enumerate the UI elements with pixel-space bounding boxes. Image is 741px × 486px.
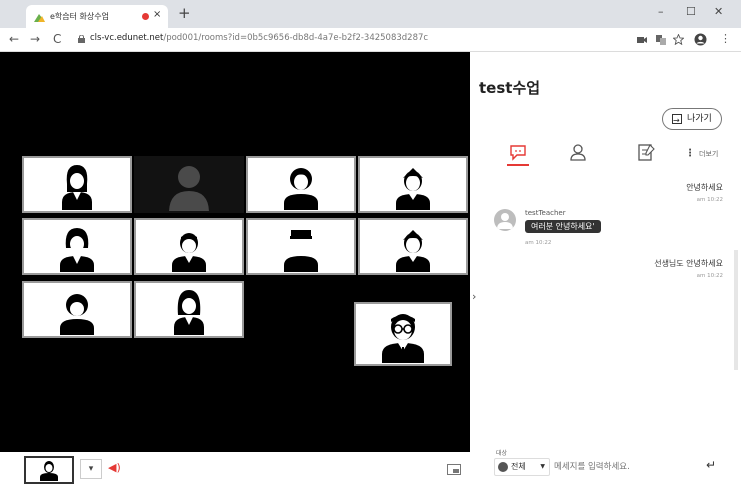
more-label: 더보기 xyxy=(699,150,719,158)
student-avatar-icon xyxy=(284,229,318,272)
notes-tab-icon[interactable] xyxy=(636,142,656,162)
more-button[interactable]: ⋮ 더보기 xyxy=(685,148,718,159)
participant-tile-camera-off[interactable] xyxy=(134,156,244,213)
message-time: am 10:22 xyxy=(696,273,723,279)
exit-icon xyxy=(672,111,682,131)
video-control-bar: ▾ ◀) xyxy=(0,452,470,486)
student-avatar-icon xyxy=(60,293,94,335)
back-button[interactable]: ← xyxy=(9,32,19,46)
recording-indicator-icon xyxy=(142,13,149,20)
video-grid xyxy=(0,52,470,452)
leave-button[interactable]: 나가기 xyxy=(662,108,722,131)
student-male-avatar-icon xyxy=(396,229,430,272)
camera-icon[interactable] xyxy=(637,36,647,44)
student-female-avatar-icon xyxy=(62,164,92,210)
student-avatar-icon xyxy=(284,167,318,210)
url-field[interactable]: cls-vc.edunet.net/pod001/rooms?id=0b5c96… xyxy=(90,33,428,43)
profile-icon[interactable] xyxy=(694,33,707,46)
lock-icon xyxy=(78,35,85,43)
address-bar: ← → C cls-vc.edunet.net/pod001/rooms?id=… xyxy=(0,28,741,52)
participant-tile[interactable] xyxy=(22,156,132,213)
collapse-panel-button[interactable]: › xyxy=(472,290,476,303)
student-male-avatar-icon xyxy=(396,167,430,210)
teacher-tile[interactable] xyxy=(354,302,452,366)
chevron-down-icon: ▼ xyxy=(540,463,545,470)
message-input[interactable] xyxy=(554,460,694,474)
message-sender: testTeacher xyxy=(525,209,566,217)
active-tab-indicator xyxy=(507,164,529,166)
url-path: /pod001/rooms?id=0b5c9656-db8d-4a7e-b2f2… xyxy=(163,33,429,43)
camera-options-dropdown[interactable]: ▾ xyxy=(80,459,102,479)
speaker-icon[interactable]: ◀) xyxy=(108,461,121,474)
bookmark-star-icon[interactable] xyxy=(673,34,684,45)
participant-tile[interactable] xyxy=(246,156,356,213)
send-button[interactable]: ↵ xyxy=(706,458,716,472)
sender-avatar xyxy=(494,209,516,231)
leave-label: 나가기 xyxy=(687,114,712,124)
message-time: am 10:22 xyxy=(696,197,723,203)
person-placeholder-icon xyxy=(169,165,209,211)
user-icon xyxy=(497,213,513,229)
favicon-icon xyxy=(34,14,45,22)
picture-in-picture-icon[interactable] xyxy=(447,464,461,475)
participant-tile[interactable] xyxy=(246,218,356,275)
tab-close-button[interactable]: × xyxy=(153,9,161,20)
participant-tile[interactable] xyxy=(358,218,468,275)
reload-button[interactable]: C xyxy=(53,32,61,46)
participant-tile[interactable] xyxy=(134,281,244,338)
browser-tab[interactable]: e학습터 화상수업 × xyxy=(26,5,168,28)
url-host: cls-vc.edunet.net xyxy=(90,33,164,43)
target-value: 전체 xyxy=(511,462,526,471)
tab-title: e학습터 화상수업 xyxy=(50,12,109,21)
chat-tab-icon[interactable] xyxy=(508,142,528,162)
student-male-avatar-icon xyxy=(172,232,206,272)
everyone-icon xyxy=(498,462,508,472)
more-icon: ⋮ xyxy=(685,148,695,159)
browser-menu-button[interactable]: ⋮ xyxy=(720,32,731,45)
class-side-panel: test수업 나가기 ⋮ 더보기 › 안녕하세요 am 10:22 testTea… xyxy=(470,52,741,486)
class-title: test수업 xyxy=(479,79,541,97)
minimize-button[interactable]: – xyxy=(658,5,664,18)
browser-tabbar: e학습터 화상수업 × + – ☐ ✕ xyxy=(0,0,741,28)
participant-tile[interactable] xyxy=(22,218,132,275)
close-window-button[interactable]: ✕ xyxy=(714,5,723,18)
participant-tile[interactable] xyxy=(134,218,244,275)
scrollbar-thumb[interactable] xyxy=(734,250,738,370)
chat-message-bubble: 여러분 안녕하세요' xyxy=(525,220,601,233)
message-time: am 10:22 xyxy=(525,240,552,246)
target-select[interactable]: 전체 ▼ xyxy=(494,458,550,476)
forward-button[interactable]: → xyxy=(30,32,40,46)
self-camera-preview[interactable] xyxy=(24,456,74,484)
chat-input-area: 대상 전체 ▼ ↵ xyxy=(470,444,741,486)
participants-tab-icon[interactable] xyxy=(568,142,588,162)
maximize-button[interactable]: ☐ xyxy=(686,5,696,18)
self-avatar-icon xyxy=(40,461,58,481)
target-label: 대상 xyxy=(496,450,508,457)
participant-tile[interactable] xyxy=(358,156,468,213)
translate-icon[interactable] xyxy=(656,35,666,45)
chat-scrollbar[interactable] xyxy=(733,170,739,450)
new-tab-button[interactable]: + xyxy=(178,4,191,22)
participant-tile[interactable] xyxy=(22,281,132,338)
student-female-avatar-icon xyxy=(60,227,94,272)
chat-message-mine: 안녕하세요 xyxy=(686,183,723,192)
chat-message-mine: 선생님도 안녕하세요 xyxy=(654,259,723,268)
teacher-avatar-icon xyxy=(382,314,424,363)
student-female-avatar-icon xyxy=(174,289,204,335)
